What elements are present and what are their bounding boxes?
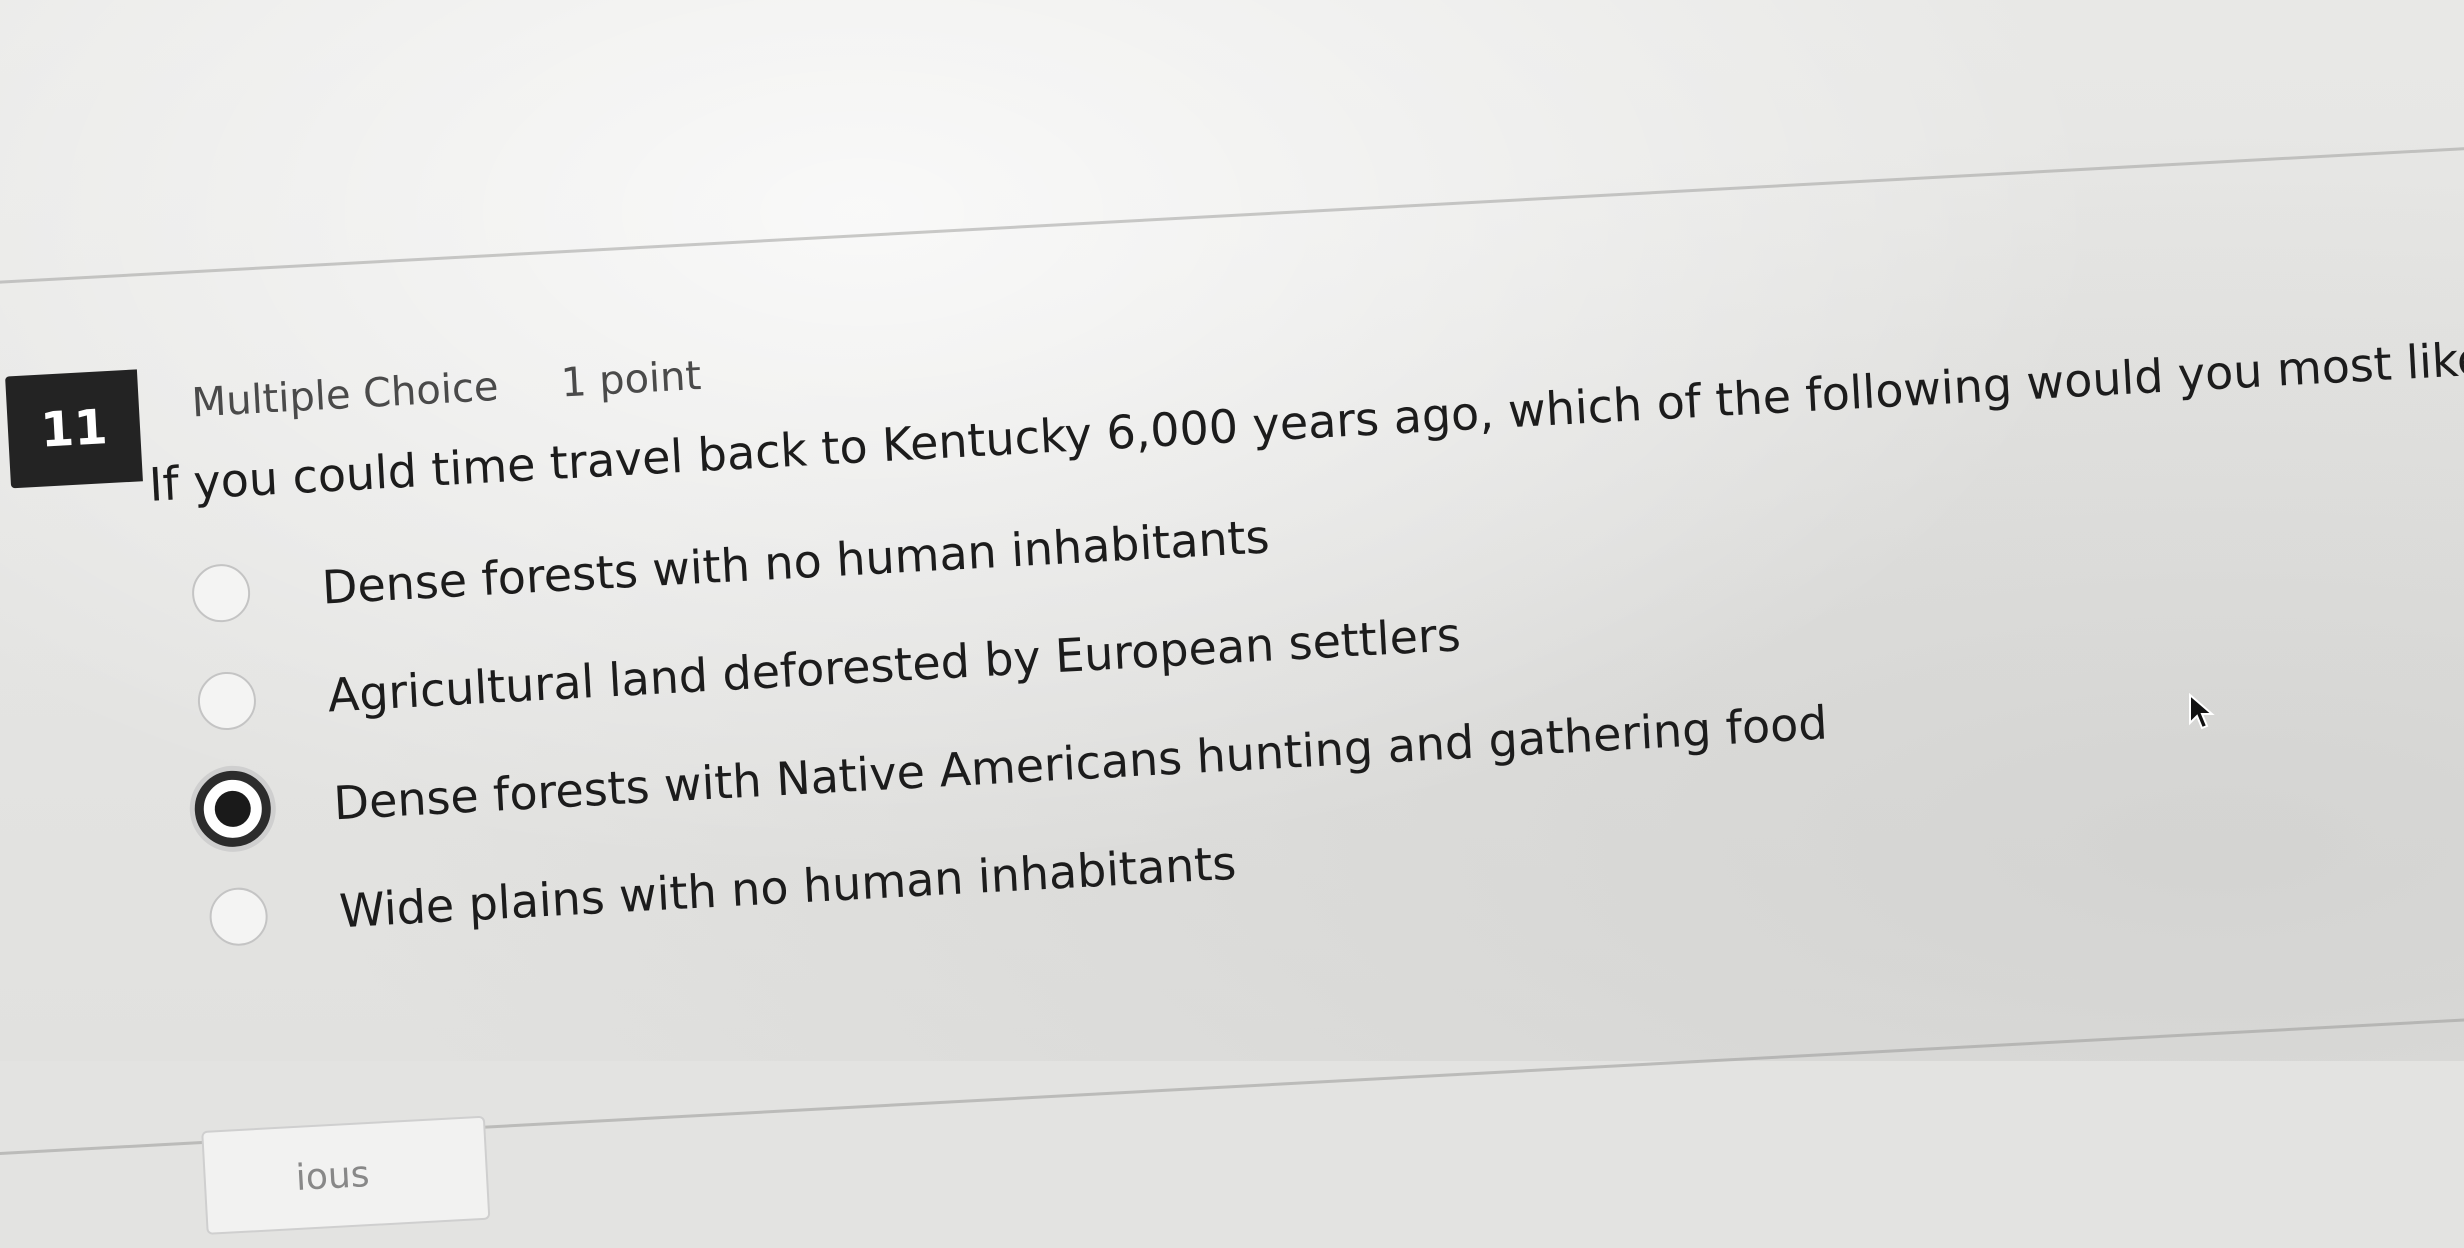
question-number-badge: 11 <box>5 369 143 489</box>
question-meta: Multiple Choice 1 point <box>191 353 703 427</box>
mouse-pointer-icon <box>2189 693 2215 730</box>
answer-options: Dense forests with no human inhabitants … <box>189 453 1836 972</box>
answer-option-label[interactable]: Wide plains with no human inhabitants <box>338 836 1238 938</box>
radio-button-icon[interactable] <box>208 886 270 948</box>
previous-button[interactable]: ious <box>201 1115 491 1235</box>
question-type: Multiple Choice <box>190 363 500 427</box>
radio-button-icon[interactable] <box>190 562 252 624</box>
question-points: 1 point <box>559 352 703 407</box>
radio-button-selected-icon[interactable] <box>192 768 273 849</box>
radio-button-icon[interactable] <box>196 670 258 732</box>
question-card: 11 Multiple Choice 1 point If you could … <box>0 134 2464 1244</box>
previous-button-label[interactable]: ious <box>295 1154 371 1199</box>
